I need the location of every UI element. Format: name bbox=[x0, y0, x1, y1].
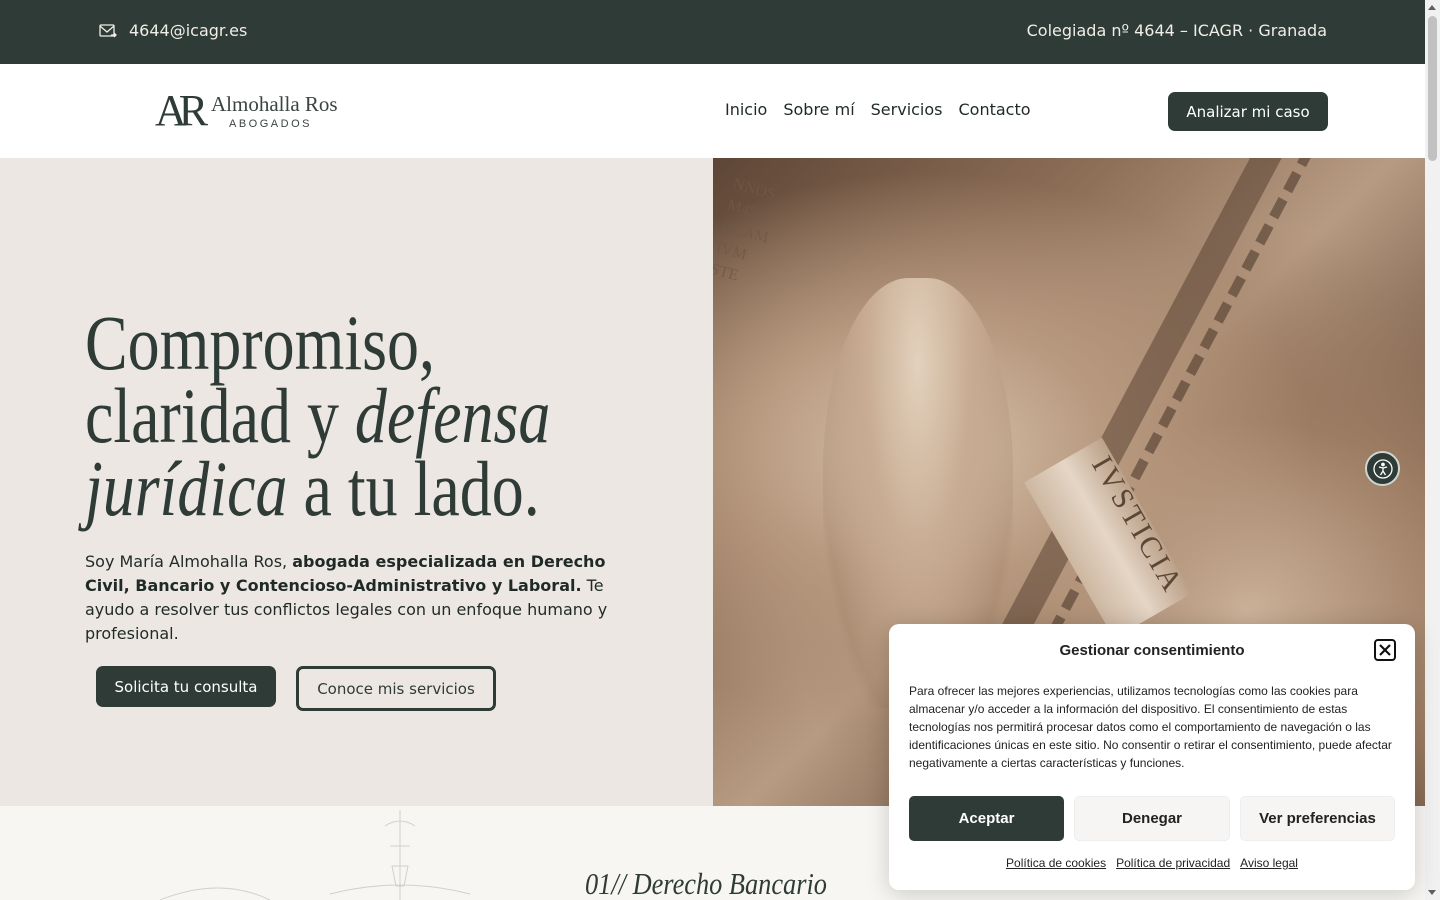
email-text[interactable]: 4644@icagr.es bbox=[129, 21, 247, 40]
cookie-title: Gestionar consentimiento bbox=[1059, 642, 1245, 659]
scroll-down-arrow[interactable] bbox=[1428, 890, 1436, 895]
scrollbar[interactable] bbox=[1425, 0, 1440, 900]
logo-monogram: AR bbox=[155, 86, 208, 135]
solicita-consulta-button[interactable]: Solicita tu consulta bbox=[96, 666, 276, 707]
legal-notice-link[interactable]: Aviso legal bbox=[1240, 856, 1298, 870]
analizar-caso-button[interactable]: Analizar mi caso bbox=[1168, 92, 1328, 131]
top-bar: 4644@icagr.es Colegiada nº 4644 – ICAGR … bbox=[0, 0, 1425, 64]
cookie-deny-button[interactable]: Denegar bbox=[1074, 796, 1230, 841]
logo-name: Almohalla Ros bbox=[211, 91, 338, 116]
logo-subtitle: ABOGADOS bbox=[229, 117, 312, 130]
nav-item-servicios[interactable]: Servicios bbox=[871, 100, 943, 119]
hero-title-line3: jurídica a tu lado. bbox=[85, 450, 675, 528]
cookie-preferences-button[interactable]: Ver preferencias bbox=[1240, 796, 1395, 841]
accessibility-button[interactable] bbox=[1365, 451, 1400, 486]
privacy-policy-link[interactable]: Política de privacidad bbox=[1116, 856, 1230, 870]
cookie-policy-link[interactable]: Política de cookies bbox=[1006, 856, 1106, 870]
scrollbar-thumb[interactable] bbox=[1428, 16, 1437, 161]
hero-title-line2: claridad y defensa bbox=[85, 377, 675, 455]
hero-description: Soy María Almohalla Ros, abogada especia… bbox=[85, 550, 630, 646]
email-link[interactable]: 4644@icagr.es bbox=[99, 21, 247, 40]
hero-title-line3-regular: a tu lado. bbox=[287, 445, 540, 532]
nav-item-contacto[interactable]: Contacto bbox=[959, 100, 1031, 119]
statue-illustration bbox=[160, 810, 471, 900]
cookie-accept-button[interactable]: Aceptar bbox=[909, 796, 1064, 841]
logo[interactable]: AR Almohalla Ros ABOGADOS bbox=[155, 86, 338, 135]
scroll-up-arrow[interactable] bbox=[1428, 5, 1436, 10]
nav-item-sobre-mi[interactable]: Sobre mí bbox=[783, 100, 854, 119]
hero-section: Compromiso, claridad y defensa jurídica … bbox=[0, 158, 713, 806]
mail-icon bbox=[99, 23, 117, 37]
site-header: AR Almohalla Ros ABOGADOS Inicio Sobre m… bbox=[0, 64, 1425, 158]
colegiada-info: Colegiada nº 4644 – ICAGR · Granada bbox=[1026, 21, 1327, 40]
accessibility-icon bbox=[1372, 458, 1393, 479]
cookie-close-button[interactable] bbox=[1374, 639, 1396, 661]
section-heading: 01// Derecho Bancario bbox=[585, 866, 827, 900]
logo-text: Almohalla Ros ABOGADOS bbox=[211, 93, 338, 130]
nav-item-inicio[interactable]: Inicio bbox=[725, 100, 767, 119]
close-icon bbox=[1379, 644, 1391, 656]
cookie-links: Política de cookies Política de privacid… bbox=[889, 856, 1415, 870]
hero-title-line3-italic: jurídica bbox=[85, 445, 288, 532]
conoce-servicios-button[interactable]: Conoce mis servicios bbox=[296, 666, 496, 711]
main-nav: Inicio Sobre mí Servicios Contacto bbox=[725, 100, 1031, 119]
hero-title: Compromiso, claridad y defensa jurídica … bbox=[85, 299, 675, 528]
hero-title-line1: Compromiso, bbox=[85, 299, 436, 386]
image-carving-text: NNOS M45C OCAM IVM STE bbox=[713, 175, 778, 285]
hero-text-intro: Soy María Almohalla Ros, bbox=[85, 552, 293, 571]
cookie-consent-dialog: Gestionar consentimiento Para ofrecer la… bbox=[889, 624, 1415, 890]
cookie-body: Para ofrecer las mejores experiencias, u… bbox=[909, 684, 1392, 770]
